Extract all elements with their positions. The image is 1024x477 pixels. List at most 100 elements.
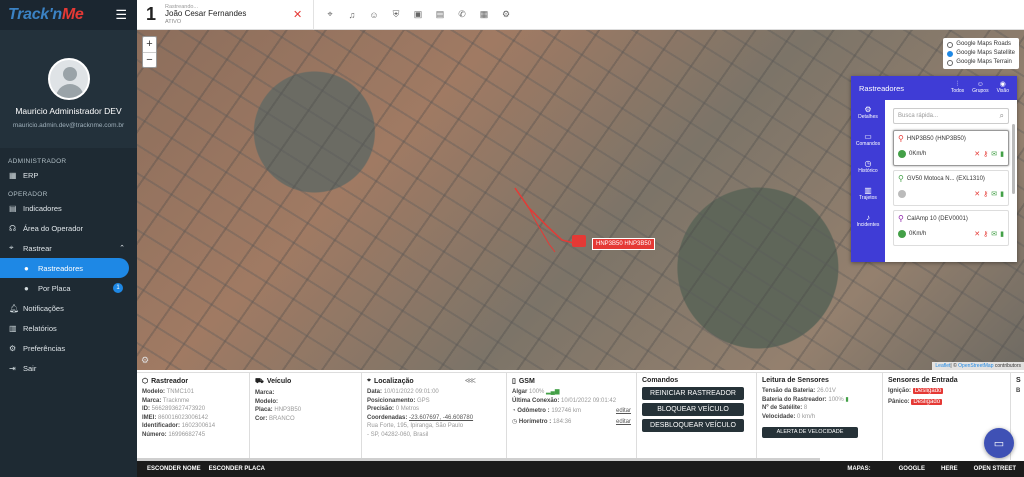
clock-icon: ◷ <box>512 418 518 425</box>
zoom-control: + − <box>142 36 157 68</box>
message-icon[interactable]: ✉ <box>991 190 997 198</box>
message-icon[interactable]: ✉ <box>991 230 997 238</box>
close-icon[interactable]: ✕ <box>974 230 980 238</box>
sidebar-item-notificacoes[interactable]: 🔔︎ Notificações <box>0 298 137 318</box>
key-icon[interactable]: ⚷ <box>983 150 988 158</box>
hide-plate-link[interactable]: ESCONDER PLACA <box>209 466 265 472</box>
restart-tracker-button[interactable]: REINICIAR RASTREADOR <box>642 387 744 400</box>
vehicle-label[interactable]: HNP3B50 HNP3B50 <box>592 238 656 250</box>
layer-satellite[interactable]: Google Maps Satellite <box>947 49 1015 58</box>
key-icon[interactable]: ⚷ <box>983 230 988 238</box>
block-vehicle-button[interactable]: BLOQUEAR VEÍCULO <box>642 403 744 416</box>
map-attribution: Leaflet| © OpenStreetMap contributors <box>932 362 1024 370</box>
edit-odometer-link[interactable]: editar <box>616 407 631 416</box>
sidebar-item-erp[interactable]: ▦ ERP <box>0 165 137 185</box>
sidebar: Track'nMe ☰ Mauricio Administrador DEV m… <box>0 0 137 477</box>
book-icon: ▥ <box>9 323 17 333</box>
menu-icon[interactable]: ☰ <box>115 7 127 23</box>
share-icon[interactable]: ⋘ <box>465 376 476 385</box>
side-historico[interactable]: ◷ Histórico <box>851 154 885 181</box>
sidebar-item-indicadores[interactable]: ▤ Indicadores <box>0 198 137 218</box>
users-icon[interactable]: ☺ <box>364 10 384 20</box>
coordinates-link[interactable]: -23.607697, -46.608780 <box>409 415 473 421</box>
gear-icon: ⚙ <box>9 343 17 353</box>
chat-icon[interactable]: ▭ <box>984 428 1014 458</box>
headset-icon: ☊ <box>9 223 17 233</box>
gear-icon[interactable]: ⚙ <box>496 9 516 20</box>
user-name: Mauricio Administrador DEV <box>15 106 122 116</box>
side-trajetos[interactable]: ▥ Trajetos <box>851 181 885 208</box>
tracked-name: João Cesar Fernandes <box>165 9 247 19</box>
tracked-status: ATIVO <box>165 18 182 25</box>
top-bar: 1 Rastreando... João Cesar Fernandes ATI… <box>137 0 1024 30</box>
map-pin-icon[interactable]: ⌖ <box>320 9 340 20</box>
speedometer-icon: ◔ <box>512 408 516 415</box>
radio-terrain[interactable] <box>947 59 954 66</box>
tab-visao[interactable]: ◉ Visão <box>997 81 1009 94</box>
bank-icon: ▦ <box>9 170 17 180</box>
bell-icon[interactable]: ♫ <box>342 10 362 20</box>
report-icon[interactable]: ▦ <box>474 9 494 20</box>
car-icon: ⛟ <box>255 378 264 385</box>
avatar[interactable] <box>47 58 90 100</box>
status-dot <box>898 150 906 158</box>
document-icon[interactable]: ▤ <box>430 9 450 20</box>
close-icon[interactable]: ✕ <box>293 8 307 21</box>
sidebar-item-area-operador[interactable]: ☊ Área do Operador <box>0 218 137 238</box>
vehicle-marker[interactable] <box>572 235 586 247</box>
message-icon[interactable]: ✉ <box>991 150 997 158</box>
panel-comandos: Comandos REINICIAR RASTREADOR BLOQUEAR V… <box>637 373 757 460</box>
side-detalhes[interactable]: ⚙ Detalhes <box>851 100 885 127</box>
zoom-out-button[interactable]: − <box>143 52 156 67</box>
tab-grupos[interactable]: ☺ Grupos <box>972 81 988 94</box>
sidebar-item-rastreadores[interactable]: ● Rastreadores <box>0 258 129 278</box>
clock-icon: ◷ <box>864 159 872 168</box>
tab-todos[interactable]: ⫶ Todos <box>951 81 964 94</box>
tracker-icon: ⬡ <box>142 378 149 385</box>
maps-label: MAPAS: <box>847 466 871 472</box>
sidebar-item-rastrear[interactable]: ⌖ Rastrear ⌃ <box>0 238 137 258</box>
close-icon[interactable]: ✕ <box>974 190 980 198</box>
phone-icon[interactable]: ✆ <box>452 9 472 20</box>
list-item[interactable]: ⚲ CalAmp 10 (DEV0001) 0Km/h ✕ ⚷ ✉ ▮ <box>893 210 1009 246</box>
sidebar-item-sair[interactable]: ⇥ Sair <box>0 358 137 378</box>
location-icon: ⌖ <box>9 243 14 252</box>
map-here-link[interactable]: HERE <box>941 466 958 472</box>
pin-icon: ⚲ <box>898 134 904 143</box>
id-card-icon[interactable]: ▣ <box>408 9 428 20</box>
close-icon[interactable]: ✕ <box>974 150 980 158</box>
list-item[interactable]: ⚲ HNP3B50 (HNP3B50) 0Km/h ✕ ⚷ ✉ ▮ <box>893 130 1009 166</box>
edit-hourmeter-link[interactable]: editar <box>616 418 631 427</box>
unblock-vehicle-button[interactable]: DESBLOQUEAR VEÍCULO <box>642 419 744 432</box>
panel-rastreador: ⬡ Rastreador Modelo: TNMC101 Marca: Track… <box>137 373 250 460</box>
hide-name-link[interactable]: ESCONDER NOME <box>147 466 201 472</box>
layer-roads[interactable]: Google Maps Roads <box>947 40 1015 49</box>
radio-roads[interactable] <box>947 41 954 48</box>
layer-terrain[interactable]: Google Maps Terrain <box>947 58 1015 67</box>
map-osm-link[interactable]: OPEN STREET <box>974 466 1016 472</box>
side-incidentes[interactable]: ♪ Incidentes <box>851 208 885 235</box>
key-icon[interactable]: ⚷ <box>983 190 988 198</box>
list-item[interactable]: ⚲ GV50 Motoca N... (EXL1310) ✕ ⚷ ✉ ▮ <box>893 170 1009 206</box>
pin-icon: ● <box>24 263 29 273</box>
radio-satellite[interactable] <box>947 50 954 57</box>
tracking-info: Rastreando... João Cesar Fernandes ATIVO <box>165 4 285 25</box>
tracknme-logo[interactable]: Track'nMe <box>8 6 84 24</box>
search-input[interactable]: Busca rápida... ⌕ <box>893 108 1009 124</box>
panel-gsm: ▯ GSM Algar 100% ▂▄▆ Última Conexão: 10/0… <box>507 373 637 460</box>
scrollbar[interactable] <box>1012 124 1015 194</box>
side-comandos[interactable]: ▭ Comandos <box>851 127 885 154</box>
zoom-in-button[interactable]: + <box>143 37 156 52</box>
map-google-link[interactable]: GOOGLE <box>899 466 925 472</box>
speed-alert-button[interactable]: ALERTA DE VELOCIDADE <box>762 427 858 439</box>
sidebar-item-preferencias[interactable]: ⚙ Preferências <box>0 338 137 358</box>
gear-icon[interactable]: ⚙ <box>141 355 149 366</box>
battery-icon: ▮ <box>1000 151 1004 158</box>
laptop-icon: ▭ <box>864 132 872 141</box>
battery-icon: ▮ <box>845 396 849 403</box>
sidebar-item-por-placa[interactable]: ● Por Placa 1 <box>0 278 137 298</box>
map-icon: ▥ <box>864 186 872 195</box>
trackers-title: Rastreadores <box>859 83 905 93</box>
sidebar-item-relatorios[interactable]: ▥ Relatórios <box>0 318 137 338</box>
shield-icon[interactable]: ⛨ <box>386 9 406 20</box>
